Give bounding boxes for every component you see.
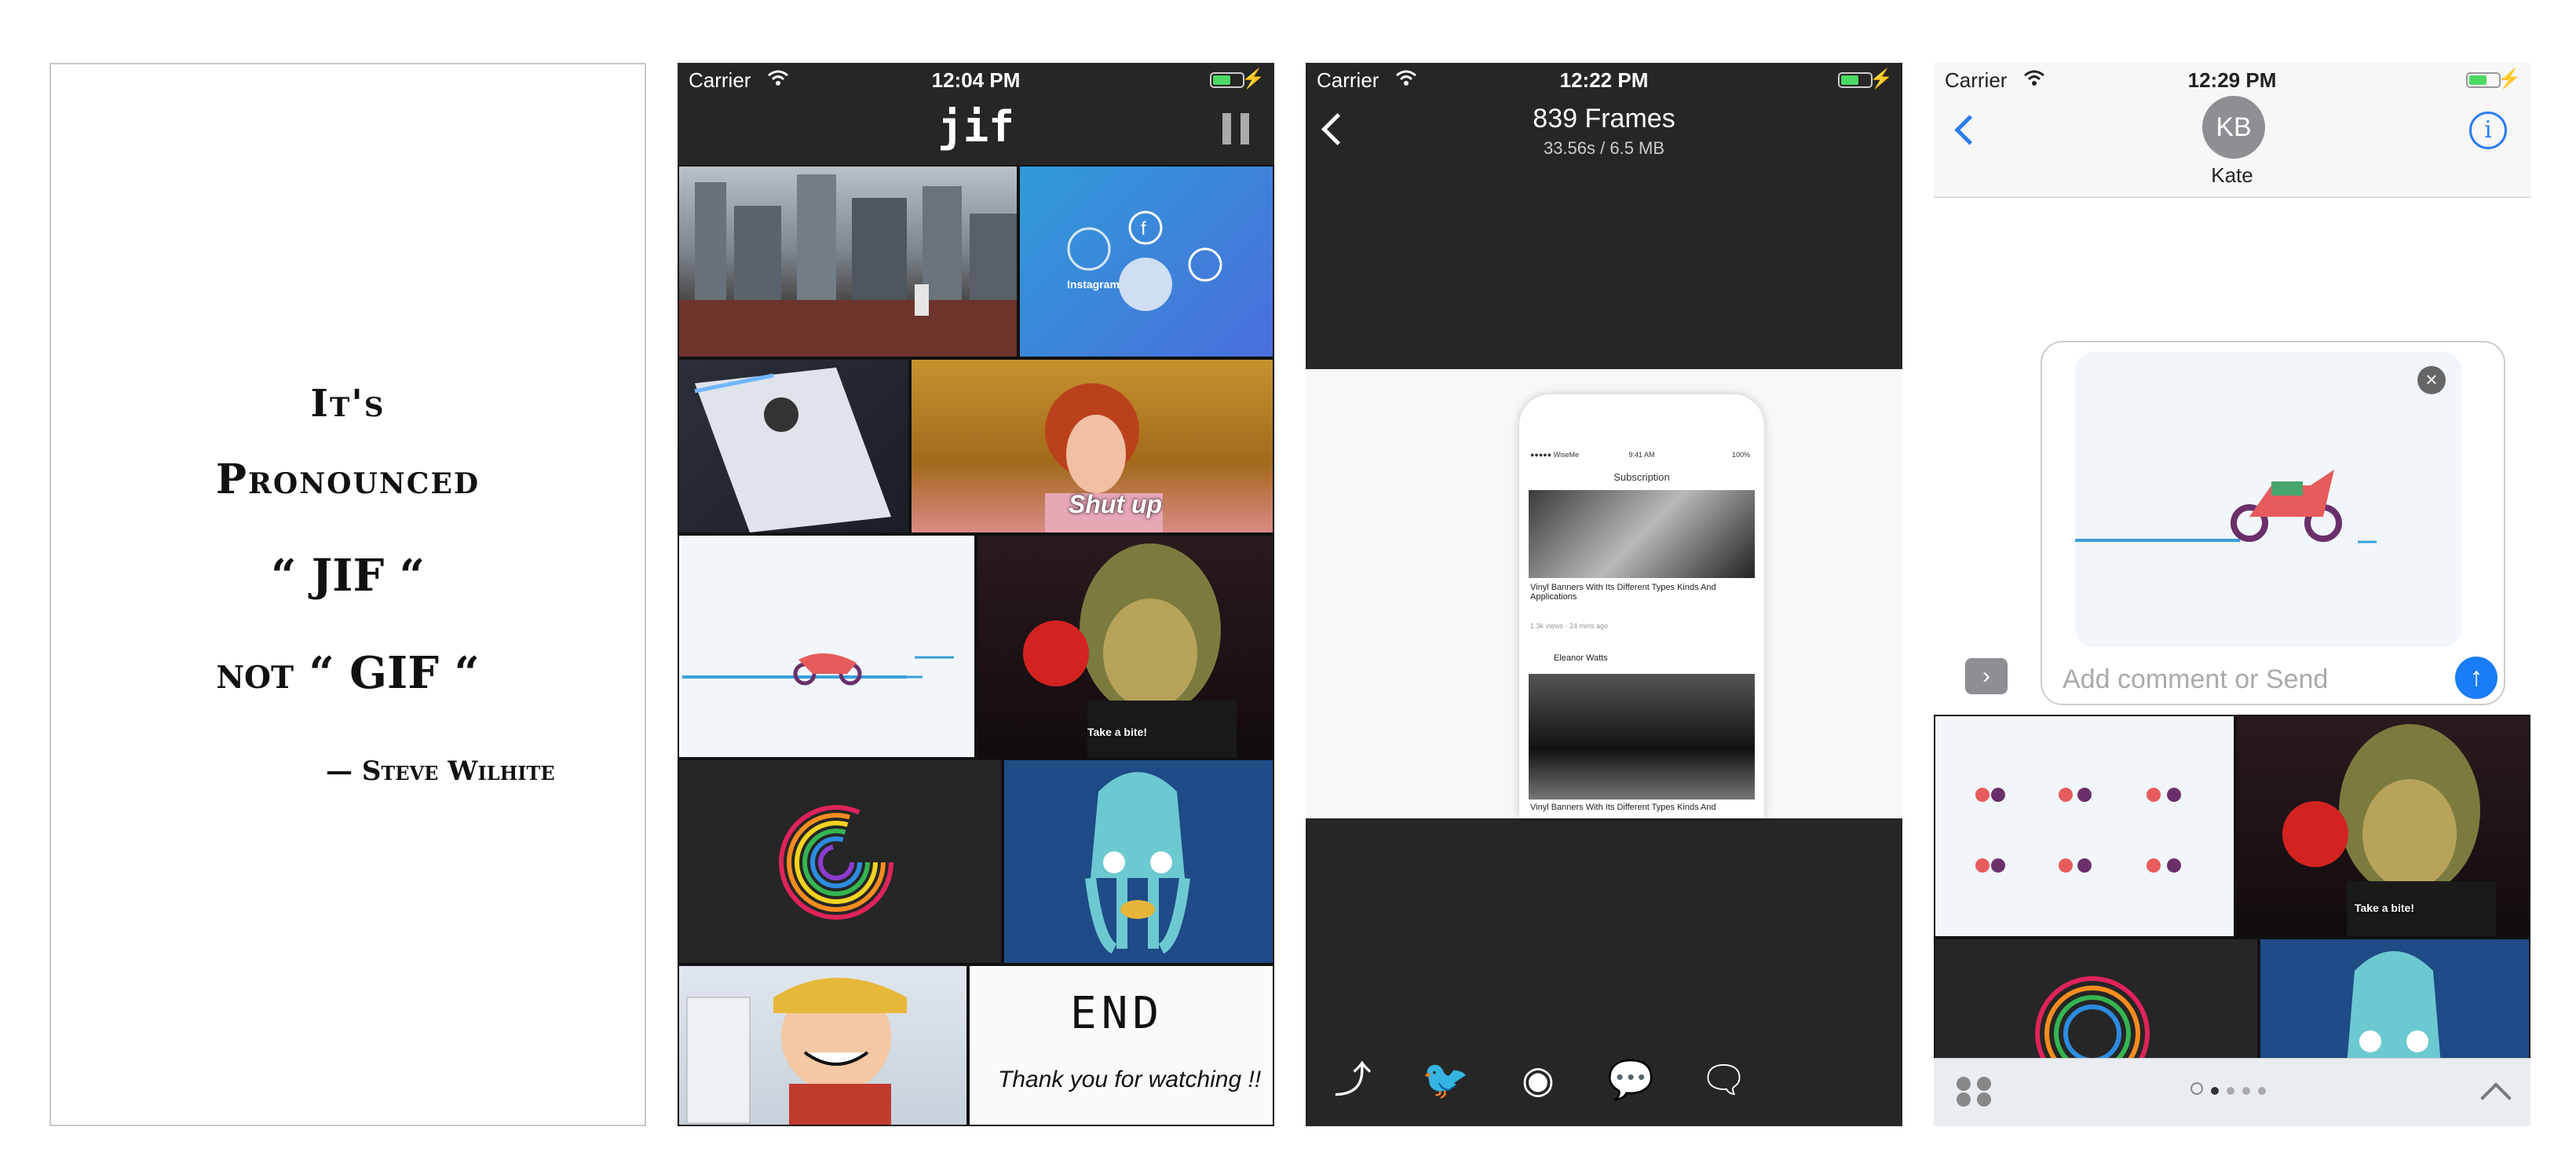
quote-panel: It's Pronounced “ JIF “ not “ GIF “ — St… [49,63,646,1126]
charging-icon: ⚡ [1869,68,1893,90]
gif-tile-rainbow[interactable] [678,759,1003,964]
page-dot [2227,1087,2234,1095]
mock-meta: 1.3k views · 24 mins ago [1530,622,1609,630]
luffy-image [686,978,907,1125]
apps-icon[interactable] [1954,1074,1997,1109]
app-drawer-bar [1934,1058,2530,1126]
mock-image-2 [1529,674,1755,800]
city-skyline-image [679,174,1017,357]
gif-tile-witch[interactable]: Take a bite! [976,534,1274,759]
gif-drawer-grid: Take a bite! [1934,715,2530,1063]
take-a-bite-caption: Take a bite! [2355,902,2414,914]
remove-attachment-button[interactable]: × [2417,366,2446,394]
gif-tile-starwars[interactable] [678,358,910,534]
squid-image [2347,951,2441,1062]
duration-size: 33.56s / 6.5 MB [1543,138,1665,158]
recent-icon [2191,1082,2203,1095]
battery-icon [2466,72,2501,88]
page-dot [2211,1087,2219,1095]
vehicles-image [1975,788,2181,873]
squid-image [1085,772,1190,954]
phone-mockup: ●●●●● WiseMe 9:41 AM 100% Subscription V… [1519,394,1764,818]
gif-tile-shutup[interactable]: Shut up [910,358,1274,534]
editor-screen: Carrier 12:22 PM ⚡ 839 Frames 33.56s / 6… [1306,63,1902,1126]
battery-icon [1838,72,1873,88]
status-bar: Carrier 12:29 PM ⚡ [1934,63,2530,96]
page-dot [2242,1087,2250,1095]
gif-tile-squid[interactable] [2259,938,2530,1063]
mock-header: Subscription [1613,471,1670,483]
quote-line-3: “ JIF “ [271,550,425,602]
mock-time: 9:41 AM [1628,451,1655,459]
gif-tile-scooter[interactable] [678,534,976,759]
quote-author: — Steve Wilhite [326,756,555,787]
mock-image-1 [1529,490,1755,578]
gif-tile-luffy[interactable] [678,964,968,1126]
gif-tile-social[interactable]: f Instagram [1018,165,1274,358]
wechat-icon[interactable]: 💬 [1607,1057,1654,1104]
mock-article-1: Vinyl Banners With Its Different Types K… [1530,583,1716,602]
quote-line-4: not “ GIF “ [216,647,480,699]
quote-line-2: Pronounced [215,456,480,503]
shutup-caption: Shut up [1069,490,1163,518]
status-bar: Carrier 12:22 PM ⚡ [1306,63,1902,96]
rainbow-spinner-image [779,805,893,920]
scooter-image [682,653,954,686]
gif-tile-vehicles[interactable] [1934,715,2235,938]
mock-article-2: Vinyl Banners With Its Different Types K… [1530,803,1716,812]
feed-screen: Carrier 12:04 PM ⚡ jif f Instagram Shut … [678,63,1274,1126]
instagram-label: Instagram [1067,278,1120,291]
mock-battery: 100% [1731,451,1750,459]
weibo-icon[interactable]: ◉ [1515,1057,1562,1104]
status-bar: Carrier 12:04 PM ⚡ [678,63,1274,96]
chevron-up-icon[interactable] [2480,1082,2512,1114]
gif-attachment[interactable]: × [2075,352,2461,647]
svg-text:f: f [1141,218,1146,240]
pause-button[interactable] [1222,113,1249,145]
send-button[interactable]: ↑ [2455,657,2497,699]
gif-tile-city[interactable] [678,165,1018,358]
gif-tile-rainbow[interactable] [1934,938,2259,1063]
conversation-header: Carrier 12:29 PM ⚡ KB Kate i [1934,63,2530,198]
rainbow-spinner-image [2035,976,2150,1062]
message-compose: × Add comment or Send ↑ [2041,341,2505,705]
messages-screen: Carrier 12:29 PM ⚡ KB Kate i × Add comme… [1934,63,2530,1126]
status-time: 12:22 PM [1559,68,1649,92]
twitter-icon[interactable]: 🐦 [1422,1057,1469,1104]
page-indicator[interactable] [2187,1082,2270,1099]
charging-icon: ⚡ [2497,68,2521,90]
gif-preview[interactable]: ●●●●● WiseMe 9:41 AM 100% Subscription V… [1306,369,1902,818]
mock-author: Eleanor Watts [1554,653,1608,663]
contact-name[interactable]: Kate [1934,163,2530,188]
comment-input[interactable]: Add comment or Send [2063,664,2328,695]
chat-icon[interactable]: 🗨 [1700,1057,1748,1104]
back-icon[interactable] [1954,115,1985,145]
thankyou-caption: Thank you for watching !! [998,1067,1262,1092]
quote-line-1: It's [310,382,385,426]
social-icons-image: f [1067,210,1222,311]
page-dot [2258,1087,2266,1095]
gif-tile-end[interactable]: END Thank you for watching !! [968,964,1274,1126]
avatar[interactable]: KB [2202,96,2265,159]
status-time: 12:29 PM [2187,68,2277,92]
gif-tile-witch[interactable]: Take a bite! [2235,715,2530,938]
info-icon[interactable]: i [2469,112,2507,149]
battery-icon [1210,72,1244,88]
charging-icon: ⚡ [1241,68,1265,90]
status-time: 12:04 PM [931,68,1021,92]
share-icon[interactable]: ⤴ [1329,1057,1376,1104]
phone-lightsaber-image [694,368,891,532]
expand-button[interactable]: › [1965,658,2008,694]
frame-count: 839 Frames [1533,104,1675,134]
app-logo: jif [937,102,1014,152]
gif-tile-squid[interactable] [1003,759,1274,964]
end-caption: END [1070,988,1164,1039]
motorbike-image [2075,470,2377,543]
take-a-bite-caption: Take a bite! [1087,726,1147,738]
